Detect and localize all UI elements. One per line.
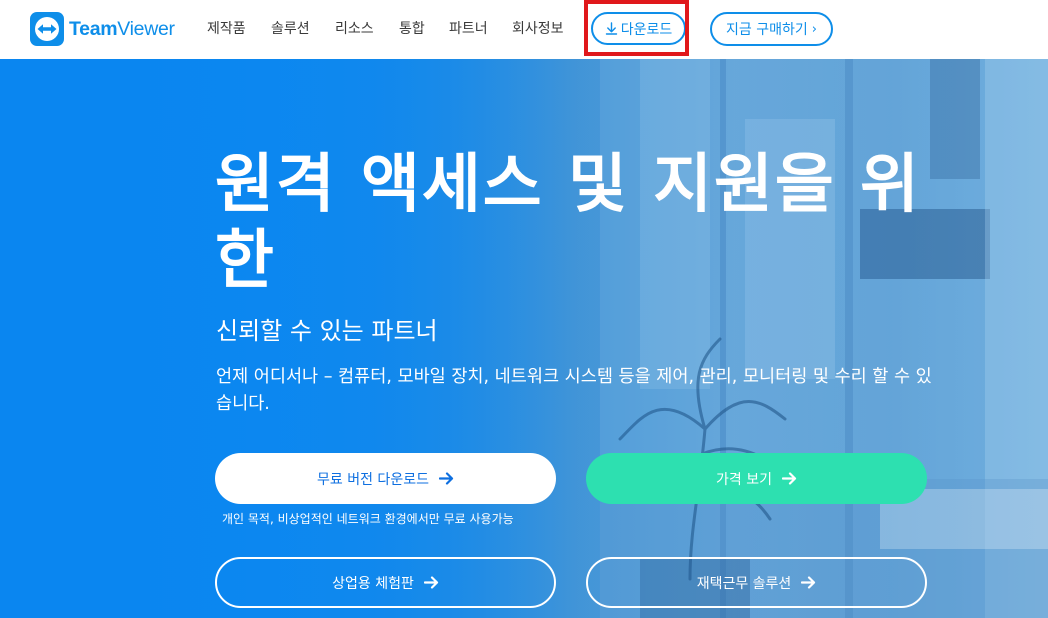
nav-item-company[interactable]: 회사정보 [512,20,564,38]
buy-now-button[interactable]: 지금 구매하기 › [710,12,833,46]
view-pricing-button[interactable]: 가격 보기 [586,453,927,504]
arrow-right-icon [438,472,454,485]
arrow-right-icon [801,576,816,589]
free-download-label: 무료 버전 다운로드 [317,471,429,488]
business-trial-label: 상업용 체험판 [332,575,414,592]
free-use-note: 개인 목적, 비상업적인 네트워크 환경에서만 무료 사용가능 [222,512,514,526]
nav-item-integrations[interactable]: 통합 [399,20,425,38]
buy-now-label: 지금 구매하기 [726,22,808,38]
view-pricing-label: 가격 보기 [716,471,772,488]
arrow-right-icon [781,472,797,485]
business-trial-button[interactable]: 상업용 체험판 [215,557,556,608]
remote-work-button[interactable]: 재택근무 솔루션 [586,557,927,608]
hero-subtitle: 신뢰할 수 있는 파트너 [216,317,438,345]
arrow-right-icon [423,576,438,589]
free-download-button[interactable]: 무료 버전 다운로드 [215,453,556,504]
hero-background-image [0,59,1048,618]
hero-title: 원격 액세스 및 지원을 위한 [215,148,921,298]
site-header: TeamViewer 제작품 솔루션 리소스 통합 파트너 회사정보 다운로드 … [0,0,1048,59]
hero-section: 원격 액세스 및 지원을 위한 신뢰할 수 있는 파트너 언제 어디서나 – 컴… [0,59,1048,618]
nav-item-solutions[interactable]: 솔루션 [271,20,310,38]
nav-item-partners[interactable]: 파트너 [449,20,488,38]
logo-wordmark: TeamViewer [69,17,175,40]
nav-item-resources[interactable]: 리소스 [335,20,374,38]
teamviewer-logo[interactable]: TeamViewer [30,12,175,46]
teamviewer-logo-icon [30,12,64,46]
remote-work-label: 재택근무 솔루션 [696,575,792,592]
download-arrow-icon [605,22,617,35]
download-nav-label: 다운로드 [620,21,673,38]
hero-description: 언제 어디서나 – 컴퓨터, 모바일 장치, 네트워크 시스템 등을 제어, 관… [216,367,932,414]
chevron-right-icon: › [811,21,817,37]
download-nav-button[interactable]: 다운로드 [591,12,686,45]
nav-item-products[interactable]: 제작품 [207,20,246,38]
